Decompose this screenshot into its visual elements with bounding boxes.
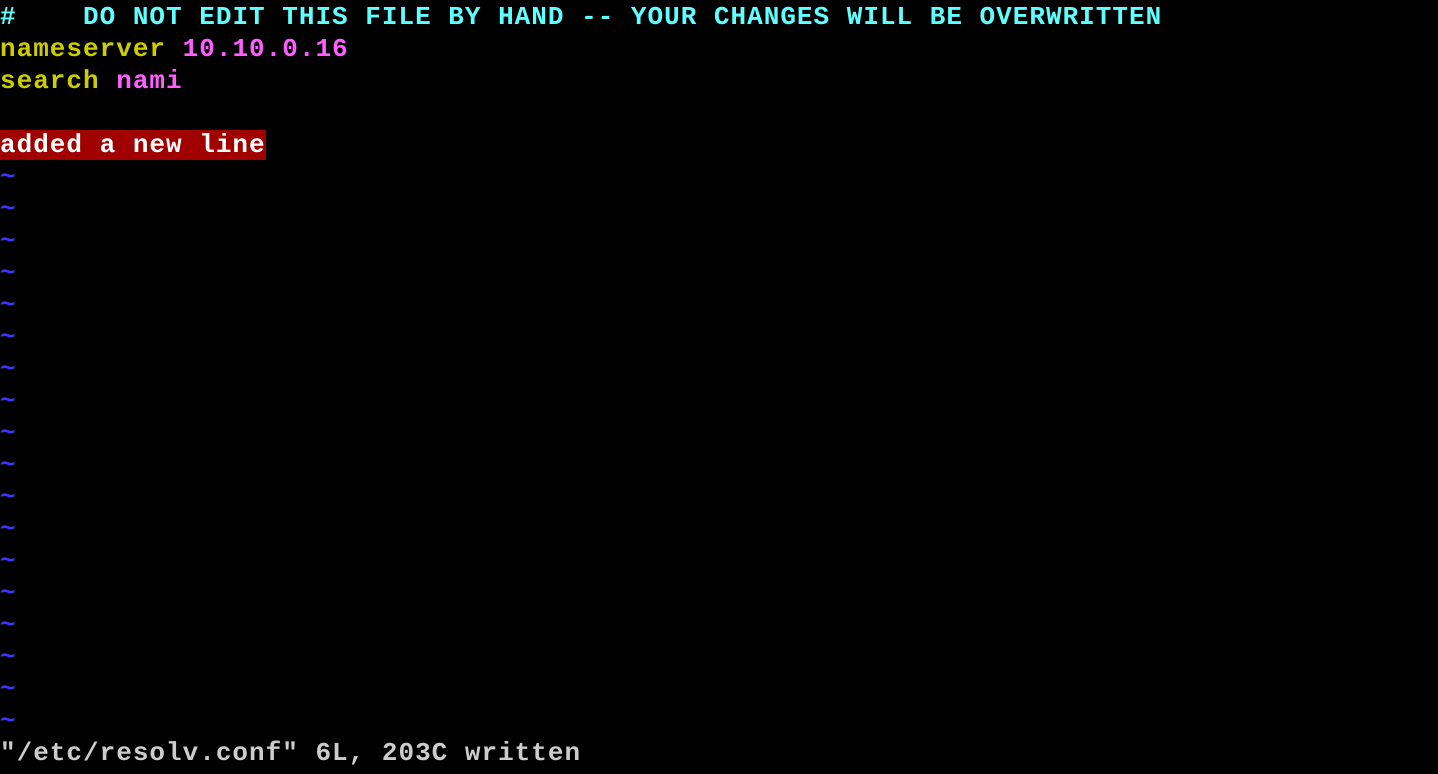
vim-tilde-line: ~ — [0, 290, 1438, 322]
vim-tilde-line: ~ — [0, 418, 1438, 450]
vim-tilde-line: ~ — [0, 578, 1438, 610]
nameserver-keyword: nameserver — [0, 34, 166, 64]
vim-tilde-line: ~ — [0, 322, 1438, 354]
vim-tilde-line: ~ — [0, 514, 1438, 546]
comment-hash: # — [0, 2, 17, 32]
vim-tilde-line: ~ — [0, 258, 1438, 290]
vim-tilde-line: ~ — [0, 674, 1438, 706]
search-keyword: search — [0, 66, 100, 96]
file-line-3: search nami — [0, 66, 1438, 98]
vim-tilde-line: ~ — [0, 610, 1438, 642]
vim-tilde-line: ~ — [0, 450, 1438, 482]
error-highlight: added a new line — [0, 130, 266, 160]
vim-editor-terminal[interactable]: # DO NOT EDIT THIS FILE BY HAND -- YOUR … — [0, 0, 1438, 774]
vim-tilde-line: ~ — [0, 354, 1438, 386]
comment-text: DO NOT EDIT THIS FILE BY HAND -- YOUR CH… — [17, 2, 1163, 32]
file-line-4-empty — [0, 98, 1438, 130]
vim-tilde-line: ~ — [0, 482, 1438, 514]
vim-tilde-line: ~ — [0, 226, 1438, 258]
search-value: nami — [100, 66, 183, 96]
file-line-1: # DO NOT EDIT THIS FILE BY HAND -- YOUR … — [0, 2, 1438, 34]
vim-tilde-line: ~ — [0, 386, 1438, 418]
nameserver-value: 10.10.0.16 — [166, 34, 349, 64]
vim-tilde-line: ~ — [0, 194, 1438, 226]
vim-tilde-line: ~ — [0, 706, 1438, 738]
vim-tilde-line: ~ — [0, 546, 1438, 578]
file-line-5: added a new line — [0, 130, 1438, 162]
vim-tilde-line: ~ — [0, 162, 1438, 194]
file-line-2: nameserver 10.10.0.16 — [0, 34, 1438, 66]
vim-tilde-line: ~ — [0, 642, 1438, 674]
vim-status-line: "/etc/resolv.conf" 6L, 203C written — [0, 738, 581, 770]
